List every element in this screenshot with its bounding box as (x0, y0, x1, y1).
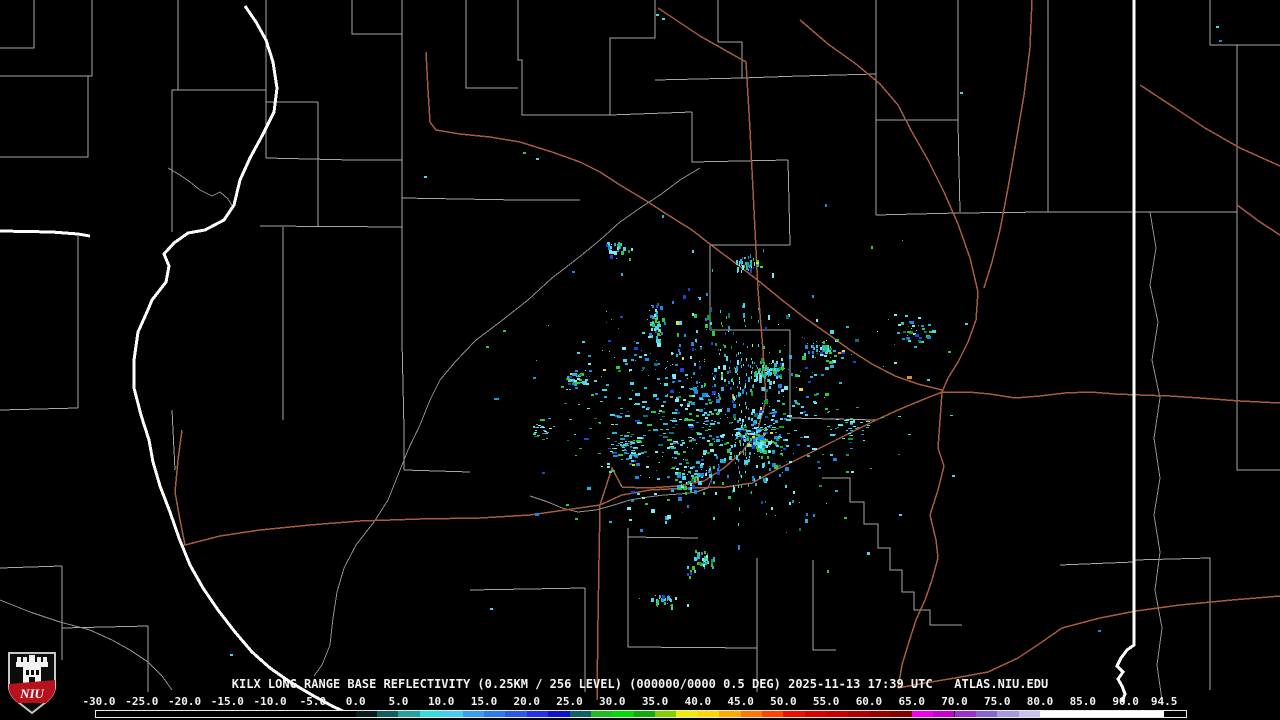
radar-echoes (230, 14, 1222, 656)
colorbar-segment (1018, 711, 1041, 717)
colorbar-tick-label: 60.0 (855, 695, 883, 708)
colorbar-tick-label: 40.0 (684, 695, 712, 708)
colorbar-tick-label: -15.0 (210, 695, 244, 708)
colorbar-segment (1040, 711, 1165, 717)
radar-map (0, 0, 1280, 714)
colorbar-segment (655, 711, 677, 717)
colorbar-segment (868, 711, 891, 717)
colorbar-segment (890, 711, 912, 717)
colorbar-segment (526, 711, 549, 717)
colorbar-segment (847, 711, 869, 717)
colorbar-segment (676, 711, 698, 717)
colorbar-tick-labels: -30.0 -25.0 -20.0 -15.0 -10.0 -5.0 0.0 5.0 10.0 1… (0, 696, 1280, 708)
colorbar-tick-label: 70.0 (941, 695, 968, 708)
colorbar-segment (483, 711, 506, 717)
colorbar-segment (954, 711, 976, 717)
colorbar-segment (612, 711, 634, 717)
colorbar-tick-label: 15.0 (470, 695, 498, 708)
colorbar-tick-label: 85.0 (1069, 695, 1097, 708)
colorbar-tick-label: 75.0 (984, 695, 1011, 708)
colorbar-segment (826, 711, 848, 717)
colorbar-tick-label: 94.5 (1150, 695, 1178, 708)
colorbar-segment (804, 711, 827, 717)
colorbar-tick-label: -5.0 (299, 695, 327, 708)
colorbar-segment (398, 711, 420, 717)
colorbar-segment (569, 711, 591, 717)
colorbar-tick-label: 0.0 (345, 695, 366, 708)
colorbar-segment (633, 711, 656, 717)
colorbar-tick-label: -20.0 (167, 695, 202, 708)
colorbar-segment (441, 711, 463, 717)
colorbar-segment (740, 711, 762, 717)
colorbar-tick-label: -25.0 (125, 695, 159, 708)
colorbar-segment (590, 711, 613, 717)
colorbar-tick-label: 30.0 (599, 695, 626, 708)
colorbar-tick-label: 35.0 (641, 695, 669, 708)
colorbar-tick-label: 5.0 (388, 695, 409, 708)
reflectivity-colorbar (95, 710, 1187, 718)
colorbar-segment (462, 711, 484, 717)
colorbar-segment (997, 711, 1019, 717)
colorbar-tick-label: 50.0 (770, 695, 797, 708)
highway-lines (174, 0, 1280, 701)
colorbar-tick-label: -10.0 (253, 695, 287, 708)
river-lines (0, 167, 1163, 701)
state-border-lines (0, 0, 1136, 714)
colorbar-segment (719, 711, 741, 717)
county-boundaries (0, 0, 1280, 692)
colorbar-tick-label: 45.0 (727, 695, 754, 708)
colorbar-tick-label: 10.0 (427, 695, 455, 708)
colorbar-segment (783, 711, 805, 717)
colorbar-segment (933, 711, 955, 717)
colorbar-segment (548, 711, 570, 717)
colorbar-segment (762, 711, 784, 717)
colorbar-tick-label: 65.0 (898, 695, 925, 708)
colorbar-segment (419, 711, 442, 717)
colorbar-tick-label: -30.0 (82, 695, 116, 708)
colorbar-tick-label: 55.0 (812, 695, 840, 708)
colorbar-segment (377, 711, 399, 717)
colorbar-segment (911, 711, 934, 717)
radar-caption: KILX LONG RANGE BASE REFLECTIVITY (0.25K… (231, 677, 1049, 691)
colorbar-tick-label: 25.0 (556, 695, 583, 708)
colorbar-segment (975, 711, 998, 717)
colorbar-segment (697, 711, 720, 717)
colorbar-segment (355, 711, 378, 717)
colorbar-tick-label: 80.0 (1026, 695, 1054, 708)
colorbar-tick-label: 20.0 (513, 695, 541, 708)
colorbar-segment (505, 711, 527, 717)
radar-display: NIU KILX LONG RANGE BASE REFLECTIVITY (0… (0, 0, 1280, 720)
colorbar-tick-label: 90.0 (1112, 695, 1139, 708)
